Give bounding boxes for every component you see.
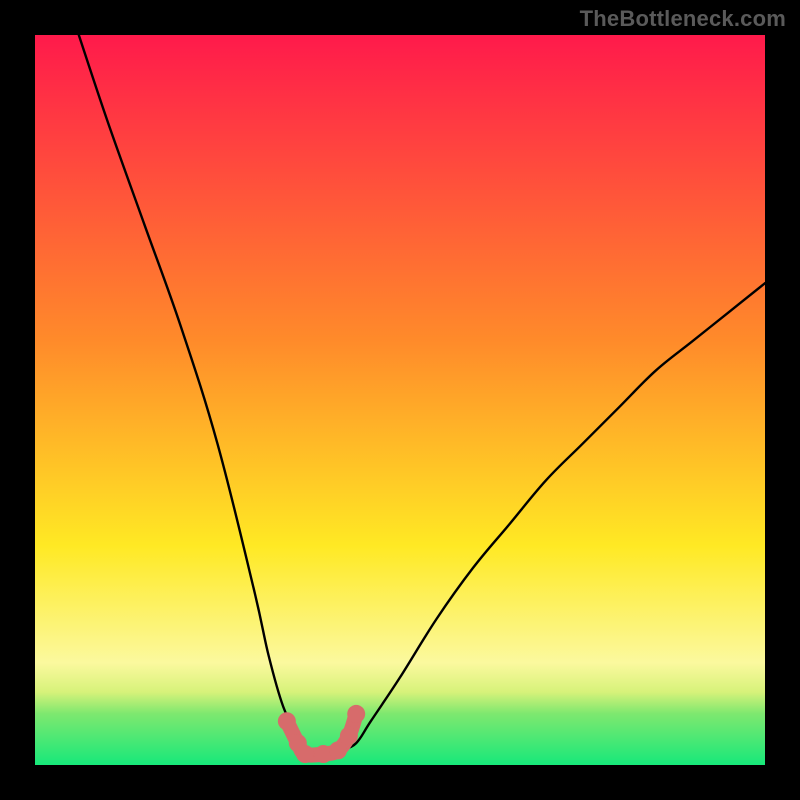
plot-area [35,35,765,765]
valley-marker-dot [340,727,358,745]
bottleneck-curve [79,35,765,758]
valley-marker-dot [278,712,296,730]
valley-marker-dot [347,705,365,723]
watermark-text: TheBottleneck.com [580,6,786,32]
outer-frame: TheBottleneck.com [0,0,800,800]
valley-marker-dot [329,741,347,759]
valley-marker-dot [296,745,314,763]
curve-layer [35,35,765,765]
